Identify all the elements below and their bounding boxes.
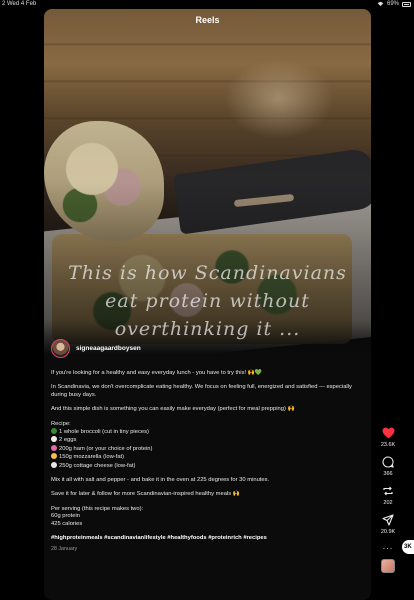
hashtags[interactable]: #highproteinmeals #scandinavianlifestyle… — [51, 535, 366, 542]
post-caption: If you're looking for a healthy and easy… — [51, 370, 366, 553]
battery-percent: 69% — [386, 1, 399, 7]
like-button[interactable]: 23.6K — [381, 427, 395, 448]
broccoli-emoji-icon — [51, 428, 57, 435]
heart-icon — [382, 427, 394, 439]
ingredient-item: 200g ham (or your choice of protein) — [51, 444, 366, 453]
caption-save-note: Save it for later & follow for more Scan… — [51, 491, 240, 498]
serving-calories: 425 calories — [51, 520, 83, 527]
cheese-emoji-icon — [51, 453, 57, 460]
ingredient-item: 1 whole broccoli (cut in tiny pieces) — [51, 428, 366, 436]
reel-card[interactable]: Reels This is how Scandinavians eat prot… — [44, 9, 371, 600]
avatar[interactable] — [51, 339, 70, 358]
serving-protein: 60g protein — [51, 513, 81, 520]
post-date: 28 January — [51, 545, 78, 552]
caption-paragraph: And this simple dish is something you ca… — [51, 406, 295, 413]
battery-icon — [402, 1, 411, 7]
comment-count: 366 — [383, 471, 393, 477]
audio-thumbnail[interactable] — [381, 559, 395, 573]
share-button[interactable]: 20.9K — [381, 514, 395, 535]
more-options-button[interactable]: ... — [383, 541, 394, 551]
username[interactable]: signeaagaardboysen — [76, 345, 141, 352]
heart-emoji-icon — [51, 461, 57, 468]
repost-button[interactable]: 202 — [382, 485, 394, 506]
caption-method: Mix it all with salt and pepper - and ba… — [51, 477, 270, 484]
share-count: 20.9K — [380, 529, 396, 535]
send-icon — [382, 514, 394, 526]
ham-emoji-icon — [51, 444, 57, 451]
overlay-line-1: This is how Scandinavians — [68, 262, 347, 284]
ingredient-item: 2 eggs — [51, 436, 366, 444]
serving-title: Per serving (this recipe makes two): — [51, 505, 144, 512]
video-overlay-text: This is how Scandinavians eat protein wi… — [64, 259, 351, 343]
status-indicators: 69% — [377, 1, 411, 7]
comment-button[interactable]: 366 — [382, 456, 394, 477]
edge-badge[interactable]: 3K — [402, 540, 414, 554]
like-count: 23.6K — [380, 442, 396, 448]
caption-intro: If you're looking for a healthy and easy… — [51, 370, 263, 376]
egg-emoji-icon — [51, 436, 57, 443]
overlay-line-2: eat protein without — [105, 290, 310, 312]
repost-icon — [383, 486, 393, 496]
post-author[interactable]: signeaagaardboysen — [51, 339, 141, 358]
repost-count: 202 — [383, 500, 393, 506]
wifi-icon — [377, 1, 384, 7]
recipe-title: Recipe: — [51, 420, 71, 427]
comment-icon — [382, 456, 394, 468]
ingredient-item: 250g cottage cheese (low-fat) — [51, 461, 366, 470]
action-rail: 23.6K 366 202 20.9K ... — [375, 427, 401, 573]
page-title: Reels — [195, 15, 220, 25]
status-time: 2 Wed 4 Feb — [2, 1, 37, 7]
ingredient-list: 1 whole broccoli (cut in tiny pieces) 2 … — [51, 428, 366, 470]
ingredient-item: 150g mozzarella (low-fat) — [51, 453, 366, 461]
caption-paragraph: In Scandinavia, we don't overcomplicate … — [51, 384, 352, 398]
